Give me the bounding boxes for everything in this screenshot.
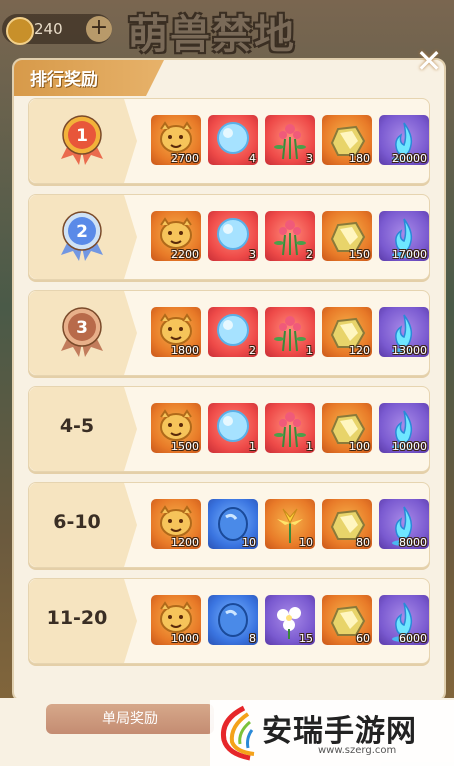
reward-rows: 1 2700 4 3 180 20000 2 2200 3 2 150 17000 3 1800 2 1 120… <box>28 98 430 674</box>
reward-item[interactable]: 20000 <box>379 115 429 165</box>
single-round-reward-tab[interactable]: 单局奖励 <box>46 704 214 734</box>
ranking-reward-panel: 排行奖励 1 2700 4 3 180 20000 2 2200 3 2 150 17000 3 1800… <box>12 58 446 702</box>
reward-item[interactable]: 13000 <box>379 307 429 357</box>
reward-item[interactable]: 100 <box>322 403 372 453</box>
watermark-title: 安瑞手游网 <box>262 714 417 749</box>
item-count: 80 <box>356 536 370 549</box>
reward-item[interactable]: 80 <box>322 499 372 549</box>
reward-item[interactable]: 3 <box>265 115 315 165</box>
reward-item[interactable]: 2700 <box>151 115 201 165</box>
item-count: 2 <box>249 344 256 357</box>
reward-item[interactable]: 150 <box>322 211 372 261</box>
reward-item[interactable]: 1000 <box>151 595 201 645</box>
reward-row: 3 1800 2 1 120 13000 <box>28 290 430 376</box>
reward-row: 2 2200 3 2 150 17000 <box>28 194 430 280</box>
item-count: 10 <box>299 536 313 549</box>
item-count: 1800 <box>171 344 199 357</box>
bronze-medal-icon: 3 <box>61 307 103 357</box>
close-button[interactable]: ✕ <box>414 45 444 77</box>
item-count: 4 <box>249 152 256 165</box>
rank-number: 1 <box>76 126 88 146</box>
silver-medal-icon: 2 <box>61 211 103 261</box>
item-count: 1500 <box>171 440 199 453</box>
reward-row: 6-10 1200 10 10 80 8000 <box>28 482 430 568</box>
reward-item[interactable]: 3 <box>208 211 258 261</box>
item-count: 1 <box>249 440 256 453</box>
watermark-url: www.szerg.com <box>318 745 397 756</box>
item-count: 15 <box>299 632 313 645</box>
rank-number: 2 <box>76 222 88 242</box>
item-count: 60 <box>356 632 370 645</box>
reward-item[interactable]: 1 <box>265 403 315 453</box>
item-count: 6000 <box>399 632 427 645</box>
item-count: 20000 <box>392 152 427 165</box>
item-count: 1200 <box>171 536 199 549</box>
item-count: 120 <box>349 344 370 357</box>
item-count: 10000 <box>392 440 427 453</box>
item-count: 1 <box>306 344 313 357</box>
reward-item[interactable]: 10 <box>208 499 258 549</box>
rank-range-label: 11-20 <box>46 607 108 629</box>
paw-coin-icon <box>6 17 34 45</box>
reward-item[interactable]: 2 <box>208 307 258 357</box>
reward-row: 11-20 1000 8 15 60 6000 <box>28 578 430 664</box>
item-count: 150 <box>349 248 370 261</box>
item-count: 2700 <box>171 152 199 165</box>
panel-title: 排行奖励 <box>30 70 98 90</box>
reward-item[interactable]: 6000 <box>379 595 429 645</box>
item-count: 1 <box>306 440 313 453</box>
item-count: 8000 <box>399 536 427 549</box>
item-count: 2200 <box>171 248 199 261</box>
add-currency-button[interactable]: + <box>86 16 112 42</box>
reward-row: 4-5 1500 1 1 100 10000 <box>28 386 430 472</box>
reward-item[interactable]: 10 <box>265 499 315 549</box>
reward-row: 1 2700 4 3 180 20000 <box>28 98 430 184</box>
reward-item[interactable]: 1200 <box>151 499 201 549</box>
reward-item[interactable]: 60 <box>322 595 372 645</box>
reward-item[interactable]: 180 <box>322 115 372 165</box>
top-hud: 240 + 萌兽禁地 <box>0 0 454 58</box>
item-count: 1000 <box>171 632 199 645</box>
gold-medal-icon: 1 <box>61 115 103 165</box>
reward-item[interactable]: 1800 <box>151 307 201 357</box>
reward-item[interactable]: 8 <box>208 595 258 645</box>
item-count: 100 <box>349 440 370 453</box>
rank-range-label: 6-10 <box>53 511 101 533</box>
item-count: 8 <box>249 632 256 645</box>
reward-item[interactable]: 17000 <box>379 211 429 261</box>
reward-item[interactable]: 1 <box>208 403 258 453</box>
reward-item[interactable]: 15 <box>265 595 315 645</box>
reward-item[interactable]: 2 <box>265 211 315 261</box>
rank-number: 3 <box>76 318 88 338</box>
reward-item[interactable]: 10000 <box>379 403 429 453</box>
currency-display: 240 + <box>2 14 112 45</box>
item-count: 17000 <box>392 248 427 261</box>
item-count: 3 <box>249 248 256 261</box>
item-count: 180 <box>349 152 370 165</box>
reward-item[interactable]: 120 <box>322 307 372 357</box>
reward-item[interactable]: 1 <box>265 307 315 357</box>
item-count: 10 <box>242 536 256 549</box>
item-count: 13000 <box>392 344 427 357</box>
currency-value: 240 <box>34 20 63 38</box>
reward-item[interactable]: 1500 <box>151 403 201 453</box>
reward-item[interactable]: 2200 <box>151 211 201 261</box>
rank-range-label: 4-5 <box>59 415 95 437</box>
item-count: 2 <box>306 248 313 261</box>
watermark-logo <box>220 705 255 761</box>
item-count: 3 <box>306 152 313 165</box>
reward-item[interactable]: 8000 <box>379 499 429 549</box>
reward-item[interactable]: 4 <box>208 115 258 165</box>
game-title: 萌兽禁地 <box>128 12 296 58</box>
